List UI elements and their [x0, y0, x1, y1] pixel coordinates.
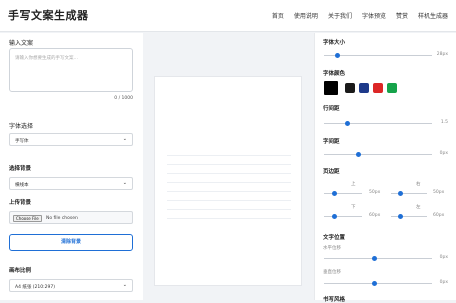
ruled-line: [167, 173, 291, 174]
text-input[interactable]: 请输入你想要生成的手写文案…: [9, 48, 133, 92]
upload-label: 上传背景: [9, 200, 32, 206]
ruled-line: [167, 164, 291, 165]
text-position-label: 文字位置: [323, 235, 346, 241]
bg-select[interactable]: 横线本 ⌄: [9, 177, 133, 190]
ruled-line: [167, 191, 291, 192]
letter-spacing-label: 字间距: [323, 139, 340, 145]
vertical-offset-value: 0px: [439, 280, 448, 285]
font-size-label: 字体大小: [323, 40, 346, 46]
file-upload[interactable]: Choose File No file chosen: [9, 211, 133, 224]
font-select[interactable]: 手写体 ⌄: [9, 133, 133, 146]
letter-spacing-slider-thumb[interactable]: [356, 151, 361, 157]
nav-instructions[interactable]: 使用说明: [294, 11, 318, 20]
chevron-down-icon: ⌄: [122, 282, 127, 288]
nav-mockup-generator[interactable]: 样机生成器: [418, 11, 448, 20]
margin-right-value: 50px: [433, 190, 445, 195]
color-swatch-blue[interactable]: [359, 83, 369, 93]
margin-right-slider-thumb[interactable]: [398, 190, 403, 196]
chevron-down-icon: ⌄: [122, 136, 127, 142]
writing-style-label: 书写风格: [323, 297, 346, 303]
horizontal-offset-slider-track[interactable]: [324, 258, 432, 259]
margin-top-slider-track[interactable]: [324, 193, 362, 194]
letter-spacing-value: 0px: [439, 151, 448, 156]
input-label: 输入文案: [9, 40, 34, 47]
margin-bottom-value: 60px: [369, 213, 381, 218]
letter-spacing-slider-track[interactable]: [324, 154, 432, 155]
paper-canvas[interactable]: [154, 76, 302, 286]
ruled-line: [167, 218, 291, 219]
color-swatch-green[interactable]: [387, 83, 397, 93]
margin-right-slider-track[interactable]: [391, 193, 427, 194]
line-height-slider-track[interactable]: [324, 123, 432, 124]
font-size-slider-thumb[interactable]: [335, 52, 340, 58]
horizontal-offset-label: 水平位移: [323, 246, 341, 251]
margin-label: 页边距: [323, 169, 340, 175]
chevron-down-icon: ⌄: [122, 180, 127, 186]
vertical-offset-label: 垂直位移: [323, 270, 341, 275]
bg-select-label: 选择背景: [9, 166, 32, 172]
margin-right-label: 右: [416, 182, 421, 187]
left-panel: 输入文案 请输入你想要生成的手写文案… 0 / 1000 字体选择 手写体 ⌄ …: [0, 33, 143, 300]
margin-bottom-slider-thumb[interactable]: [332, 213, 337, 219]
no-file-text: No file chosen: [46, 215, 78, 221]
ratio-select[interactable]: A4 纸张 (210:297) ⌄: [9, 279, 133, 292]
font-select-label: 字体选择: [9, 123, 34, 130]
ratio-select-value: A4 纸张 (210:297): [15, 284, 56, 290]
app-header: 手写文案生成器 首页 使用说明 关于我们 字体预览 赞赏 样机生成器: [0, 0, 456, 32]
ruled-line: [167, 182, 291, 183]
horizontal-offset-slider-thumb[interactable]: [372, 255, 377, 261]
vertical-offset-slider-track[interactable]: [324, 283, 432, 284]
choose-file-button[interactable]: Choose File: [13, 214, 42, 222]
vertical-offset-slider-thumb[interactable]: [372, 280, 377, 286]
ruled-line: [167, 209, 291, 210]
font-size-slider-track[interactable]: [324, 55, 432, 56]
color-swatch-red[interactable]: [373, 83, 383, 93]
line-height-label: 行间距: [323, 106, 340, 112]
margin-bottom-label: 下: [351, 205, 356, 210]
color-swatch-black-selected[interactable]: [324, 81, 338, 95]
font-size-value: 28px: [436, 52, 448, 57]
margin-left-slider-track[interactable]: [391, 216, 427, 217]
margin-top-slider-thumb[interactable]: [332, 190, 337, 196]
nav-font-preview[interactable]: 字体预览: [362, 11, 386, 20]
app-title: 手写文案生成器: [8, 9, 89, 22]
ruled-line: [167, 155, 291, 156]
margin-top-value: 50px: [369, 190, 381, 195]
preview-area: [143, 33, 314, 300]
font-color-label: 字体颜色: [323, 71, 346, 77]
margin-top-label: 上: [351, 182, 356, 187]
nav-about[interactable]: 关于我们: [328, 11, 352, 20]
bg-select-value: 横线本: [15, 182, 29, 188]
margin-bottom-slider-track[interactable]: [324, 216, 362, 217]
margin-left-label: 左: [416, 205, 421, 210]
margin-left-slider-thumb[interactable]: [398, 213, 403, 219]
font-select-value: 手写体: [15, 138, 29, 144]
clear-background-button[interactable]: 清除背景: [9, 234, 133, 251]
ruled-line: [167, 200, 291, 201]
nav-home[interactable]: 首页: [272, 11, 284, 20]
horizontal-offset-value: 0px: [439, 255, 448, 260]
color-swatch-dark[interactable]: [345, 83, 355, 93]
top-nav: 首页 使用说明 关于我们 字体预览 赞赏 样机生成器: [272, 11, 448, 20]
right-panel: 字体大小 28px 字体颜色 行间距 1.5 字间距 0px 页边距 上 50p…: [314, 33, 456, 303]
ratio-label: 画布比例: [9, 268, 32, 274]
nav-donate[interactable]: 赞赏: [396, 11, 408, 20]
margin-left-value: 60px: [433, 213, 445, 218]
text-input-placeholder: 请输入你想要生成的手写文案…: [15, 56, 78, 61]
line-height-slider-thumb[interactable]: [345, 120, 350, 126]
line-height-value: 1.5: [440, 120, 448, 125]
char-count: 0 / 1000: [114, 96, 133, 101]
